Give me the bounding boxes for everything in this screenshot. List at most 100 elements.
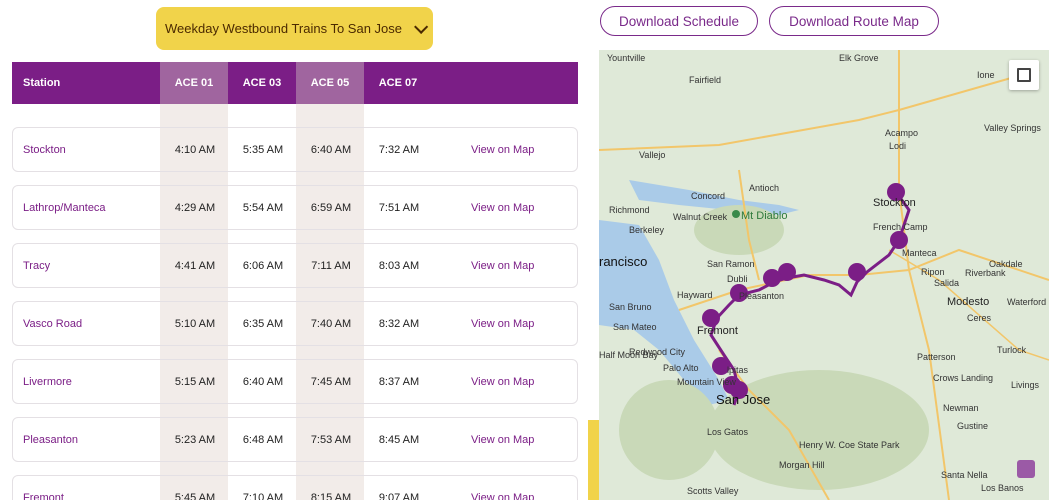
map-label: Scotts Valley xyxy=(687,486,739,496)
map-label: Berkeley xyxy=(629,225,665,235)
map-label: rancisco xyxy=(599,254,648,269)
fullscreen-button[interactable] xyxy=(1009,60,1039,90)
table-row: Vasco Road 5:10 AM 6:35 AM 7:40 AM 8:32 … xyxy=(12,301,578,346)
station-name: Pleasanton xyxy=(23,433,79,446)
map-label: Valley Springs xyxy=(984,123,1041,133)
view-on-map-link[interactable]: View on Map xyxy=(471,186,534,229)
train-station-icon[interactable] xyxy=(848,263,866,281)
table-row: Fremont 5:45 AM 7:10 AM 8:15 AM 9:07 AM … xyxy=(12,475,578,500)
train-station-icon[interactable] xyxy=(890,231,908,249)
map-label: Henry W. Coe State Park xyxy=(799,440,900,450)
station-name: Vasco Road xyxy=(23,317,83,330)
departure-time: 8:45 AM xyxy=(378,433,420,446)
departure-time: 5:54 AM xyxy=(242,201,284,214)
map-label: Palo Alto xyxy=(663,363,699,373)
map-label: Yountville xyxy=(607,53,646,63)
map-label: Fairfield xyxy=(689,75,722,85)
departure-time: 5:10 AM xyxy=(174,317,216,330)
departure-time: 5:15 AM xyxy=(174,375,216,388)
train-header-ace05: ACE 05 xyxy=(310,77,350,89)
map-label: Livings xyxy=(1011,380,1040,390)
station-name: Lathrop/Manteca xyxy=(23,201,106,214)
departure-time: 4:10 AM xyxy=(174,143,216,156)
departure-time: 4:29 AM xyxy=(174,201,216,214)
map-label: Ione xyxy=(977,70,995,80)
fullscreen-icon xyxy=(1017,68,1031,82)
map-label: Riverbank xyxy=(965,268,1006,278)
departure-time: 5:45 AM xyxy=(174,491,216,500)
view-on-map-link[interactable]: View on Map xyxy=(471,244,534,287)
map-label: Acampo xyxy=(885,128,919,138)
departure-time: 4:41 AM xyxy=(174,259,216,272)
departure-time: 6:48 AM xyxy=(242,433,284,446)
departure-time: 7:45 AM xyxy=(310,375,352,388)
highway xyxy=(599,69,1040,151)
scroll-to-top-button[interactable] xyxy=(1017,460,1035,478)
download-route-map-button[interactable]: Download Route Map xyxy=(769,6,939,36)
view-on-map-link[interactable]: View on Map xyxy=(471,360,534,403)
map-label: Ripon xyxy=(921,267,945,277)
departure-time: 6:59 AM xyxy=(310,201,352,214)
table-row: Stockton 4:10 AM 5:35 AM 6:40 AM 7:32 AM… xyxy=(12,127,578,172)
departure-time: 5:35 AM xyxy=(242,143,284,156)
departure-time: 7:11 AM xyxy=(311,259,351,272)
map-label: Waterford xyxy=(1007,297,1047,307)
train-header-ace03: ACE 03 xyxy=(242,77,282,89)
map-label: Richmond xyxy=(609,205,650,215)
map-label: lpitas xyxy=(727,365,749,375)
departure-time: 6:40 AM xyxy=(242,375,284,388)
map-label: Crows Landing xyxy=(933,373,994,383)
departure-time: 7:10 AM xyxy=(242,491,284,500)
view-on-map-link[interactable]: View on Map xyxy=(471,418,534,461)
mountain-marker-icon xyxy=(732,210,740,218)
view-on-map-link[interactable]: View on Map xyxy=(471,476,534,500)
map-label: Manteca xyxy=(902,248,937,258)
decorative-strip xyxy=(588,420,599,500)
map-label: Half Moon Bay xyxy=(599,350,659,360)
table-row: Lathrop/Manteca 4:29 AM 5:54 AM 6:59 AM … xyxy=(12,185,578,230)
chevron-down-icon xyxy=(414,19,429,34)
departure-time: 8:37 AM xyxy=(378,375,420,388)
view-on-map-link[interactable]: View on Map xyxy=(471,128,534,171)
map-label: San Ramon xyxy=(707,259,755,269)
departure-time: 7:51 AM xyxy=(378,201,420,214)
download-schedule-button[interactable]: Download Schedule xyxy=(600,6,758,36)
map-label: Salida xyxy=(934,278,960,288)
train-station-icon[interactable] xyxy=(763,269,781,287)
map-label: Antioch xyxy=(749,183,780,193)
map-label: Stockton xyxy=(873,197,916,209)
departure-time: 8:15 AM xyxy=(310,491,352,500)
map-label: Mt Diablo xyxy=(741,210,788,222)
table-header: Station ACE 01 ACE 03 ACE 05 ACE 07 xyxy=(12,62,578,104)
map-label: Gustine xyxy=(957,421,989,431)
map-label: Dubli xyxy=(727,274,748,284)
departure-time: 7:32 AM xyxy=(378,143,420,156)
departure-time: 8:32 AM xyxy=(378,317,420,330)
route-map[interactable]: Yountville Elk Grove Ione Fairfield Vall… xyxy=(599,50,1049,500)
train-header-ace07: ACE 07 xyxy=(378,77,418,89)
map-label: French Camp xyxy=(873,222,928,232)
departure-time: 7:40 AM xyxy=(310,317,352,330)
station-name: Livermore xyxy=(23,375,72,388)
departure-time: 9:07 AM xyxy=(378,491,420,500)
station-name: Stockton xyxy=(23,143,66,156)
station-column-header: Station xyxy=(23,77,61,89)
direction-dropdown[interactable]: Weekday Westbound Trains To San Jose xyxy=(156,7,433,50)
map-label: Los Gatos xyxy=(707,427,749,437)
map-label: Turlock xyxy=(997,345,1027,355)
table-row: Tracy 4:41 AM 6:06 AM 7:11 AM 8:03 AM Vi… xyxy=(12,243,578,288)
map-label: Hayward xyxy=(677,290,713,300)
table-row: Pleasanton 5:23 AM 6:48 AM 7:53 AM 8:45 … xyxy=(12,417,578,462)
departure-time: 6:40 AM xyxy=(310,143,352,156)
terrain xyxy=(619,380,719,480)
map-label: Elk Grove xyxy=(839,53,879,63)
train-header-ace01: ACE 01 xyxy=(174,77,214,89)
direction-label: Weekday Westbound Trains To San Jose xyxy=(164,21,403,36)
map-label: Concord xyxy=(691,191,726,201)
view-on-map-link[interactable]: View on Map xyxy=(471,302,534,345)
map-label: Los Banos xyxy=(981,483,1024,493)
map-label: Mountain View xyxy=(677,377,736,387)
map-label: Newman xyxy=(943,403,979,413)
map-label: Patterson xyxy=(917,352,956,362)
departure-time: 6:06 AM xyxy=(242,259,284,272)
